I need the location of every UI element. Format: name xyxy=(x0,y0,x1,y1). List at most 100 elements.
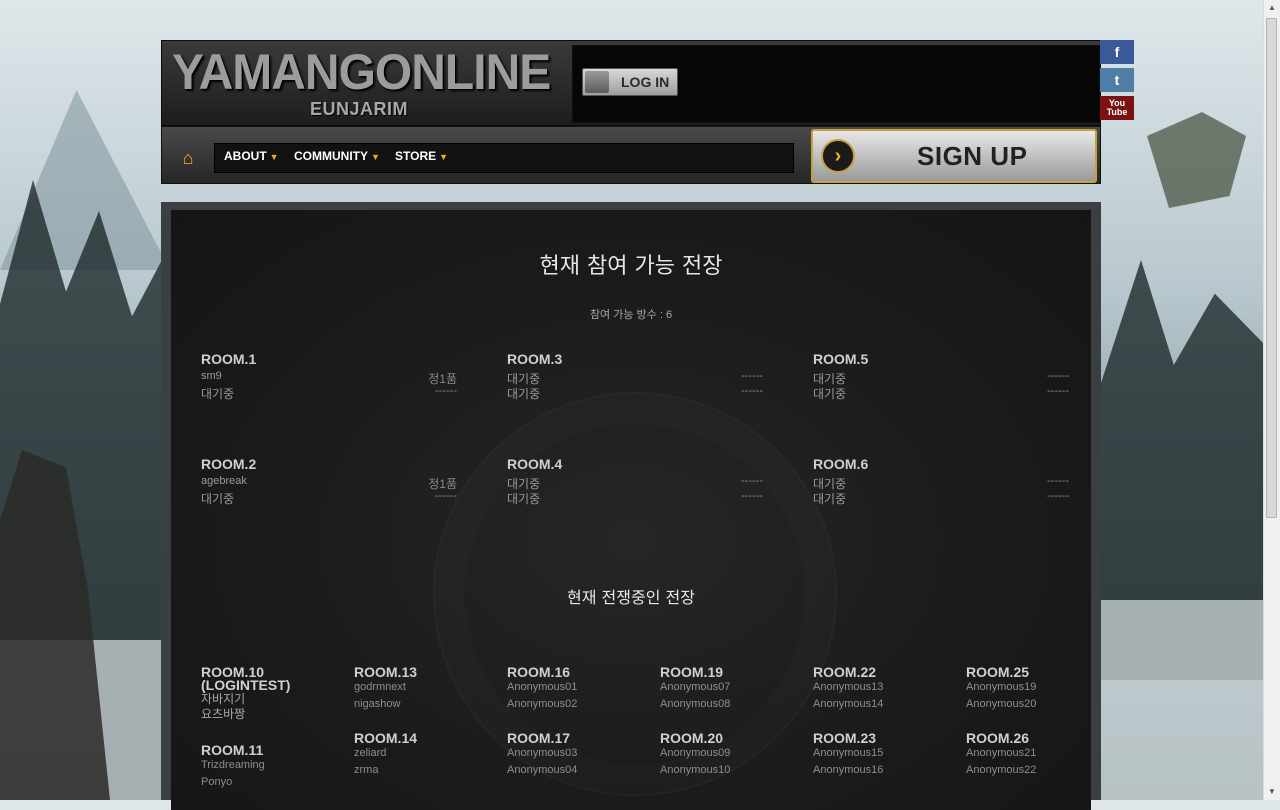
player-rank: ------ xyxy=(1047,475,1069,487)
player-name: 대기중 xyxy=(201,492,235,506)
battle-room-card[interactable]: ROOM.26 Anonymous21 Anonymous22 xyxy=(966,731,1037,779)
player-rank: ------ xyxy=(1047,490,1069,502)
nav-item-about[interactable]: ABOUT ▼ xyxy=(224,149,279,163)
nav-item-community[interactable]: COMMUNITY ▼ xyxy=(294,149,380,163)
signup-button[interactable]: › SIGN UP xyxy=(811,129,1097,183)
room-card[interactable]: ROOM.3 대기중 ------ 대기중 ------ xyxy=(507,351,763,402)
player-name: Anonymous13 xyxy=(813,681,884,693)
player-name: Anonymous22 xyxy=(966,764,1037,776)
room-name: ROOM.10 (LOGINTEST) xyxy=(201,664,291,693)
content-area: 현재 참여 가능 전장 참여 가능 방수 : 6 ROOM.1 sm9 정1품 대… xyxy=(161,202,1101,810)
page-scrollbar[interactable]: ▲ ▼ xyxy=(1263,0,1280,800)
scroll-down-icon[interactable]: ▼ xyxy=(1264,784,1280,800)
room-card[interactable]: ROOM.4 대기중 ------ 대기중 ------ xyxy=(507,456,763,507)
scroll-up-icon[interactable]: ▲ xyxy=(1264,0,1280,16)
player-name: godrmnext xyxy=(354,681,406,693)
room-name: ROOM.5 xyxy=(813,351,869,367)
player-name: sm9 xyxy=(201,370,222,382)
player-name: Anonymous20 xyxy=(966,698,1037,710)
header: YAMANGONLINE EUNJARIM LOG IN xyxy=(161,40,1101,126)
facebook-icon[interactable]: f xyxy=(1100,40,1134,64)
site-frame: YAMANGONLINE EUNJARIM LOG IN f t You Tub… xyxy=(161,40,1134,810)
room-name: ROOM.1 xyxy=(201,351,257,367)
player-name: zeliard xyxy=(354,747,387,759)
battle-room-card[interactable]: ROOM.20 Anonymous09 Anonymous10 xyxy=(660,730,731,779)
snow-right xyxy=(1100,600,1264,800)
player-name: agebreak xyxy=(201,475,247,487)
nav-item-label: ABOUT xyxy=(224,149,267,163)
battle-rooms-title: 현재 전쟁중인 전장 xyxy=(567,588,695,607)
player-name: Anonymous03 xyxy=(507,747,578,759)
room-card[interactable]: ROOM.6 대기중 ------ 대기중 ------ xyxy=(813,456,1069,507)
chevron-down-icon: ▼ xyxy=(439,152,449,162)
player-name: Anonymous09 xyxy=(660,747,731,759)
youtube-icon[interactable]: You Tube xyxy=(1100,96,1134,120)
room-name: ROOM.17 xyxy=(507,730,571,746)
home-icon[interactable]: ⌂ xyxy=(176,147,200,169)
battle-room-card[interactable]: ROOM.23 Anonymous15 Anonymous16 xyxy=(813,731,884,779)
player-name: 대기중 xyxy=(507,387,541,401)
room-name: ROOM.25 xyxy=(966,664,1030,680)
battle-room-card[interactable]: ROOM.25 Anonymous19 Anonymous20 xyxy=(966,664,1037,713)
player-rank: ------ xyxy=(741,385,763,397)
battle-room-card[interactable]: ROOM.22 Anonymous13 Anonymous14 xyxy=(813,664,884,713)
navigation-bar: ⌂ ABOUT ▼ COMMUNITY ▼ STORE ▼ › SIGN UP xyxy=(161,126,1101,184)
player-name: Trizdreaming xyxy=(201,759,265,771)
room-name: ROOM.13 xyxy=(354,664,418,680)
nav-item-label: STORE xyxy=(395,149,437,163)
nav-item-store[interactable]: STORE ▼ xyxy=(395,149,448,163)
room-card[interactable]: ROOM.2 agebreak 정1품 대기중 ------ xyxy=(201,456,457,507)
player-rank: ------ xyxy=(435,385,457,397)
player-name: nigashow xyxy=(354,698,401,710)
battle-room-card[interactable]: ROOM.19 Anonymous07 Anonymous08 xyxy=(660,664,731,713)
room-name: ROOM.2 xyxy=(201,456,257,472)
player-rank: ------ xyxy=(741,370,763,382)
room-card[interactable]: ROOM.5 대기중 ------ 대기중 ------ xyxy=(813,351,1069,402)
player-name: 요츠바짱 xyxy=(201,707,246,721)
available-rooms-count: 참여 가능 방수 : 6 xyxy=(589,309,673,321)
site-logo-subtitle: EUNJARIM xyxy=(310,99,409,119)
twitter-icon[interactable]: t xyxy=(1100,68,1134,92)
player-rank: ------ xyxy=(1047,385,1069,397)
player-name: 자바지기 xyxy=(201,692,246,706)
login-button-label: LOG IN xyxy=(621,74,670,90)
room-card[interactable]: ROOM.1 sm9 정1품 대기중 ------ xyxy=(201,351,457,402)
room-name: ROOM.6 xyxy=(813,456,869,472)
player-name: Anonymous10 xyxy=(660,764,731,776)
player-name: Anonymous16 xyxy=(813,764,884,776)
site-logo[interactable]: YAMANGONLINE xyxy=(172,45,551,101)
player-name: Anonymous15 xyxy=(813,747,884,759)
player-name: 대기중 xyxy=(813,387,847,401)
player-name: Anonymous21 xyxy=(966,747,1037,759)
room-name: ROOM.22 xyxy=(813,664,877,680)
room-name: ROOM.16 xyxy=(507,664,571,680)
login-toggle-icon xyxy=(585,71,609,93)
player-name: Anonymous02 xyxy=(507,698,578,710)
player-name: 대기중 xyxy=(201,387,235,401)
arrow-right-icon: › xyxy=(821,139,855,173)
available-rooms-title: 현재 참여 가능 전장 xyxy=(539,254,723,279)
room-name: ROOM.19 xyxy=(660,664,724,680)
battle-room-card[interactable]: ROOM.17 Anonymous03 Anonymous04 xyxy=(507,730,578,779)
room-list-panel: 현재 참여 가능 전장 참여 가능 방수 : 6 ROOM.1 sm9 정1품 대… xyxy=(171,210,1091,810)
room-name: ROOM.3 xyxy=(507,351,563,367)
nav-item-label: COMMUNITY xyxy=(294,149,368,163)
battle-room-card[interactable]: ROOM.14 zeliard zrma xyxy=(354,730,418,779)
helicopter-image xyxy=(1147,112,1246,208)
player-name: Anonymous14 xyxy=(813,698,884,710)
battle-room-card[interactable]: ROOM.16 Anonymous01 Anonymous02 xyxy=(507,664,578,713)
room-name: ROOM.14 xyxy=(354,730,418,746)
scrollbar-thumb[interactable] xyxy=(1266,18,1277,518)
player-rank: ------ xyxy=(741,475,763,487)
battle-room-card[interactable]: ROOM.13 godrmnext nigashow xyxy=(354,664,418,713)
player-name: 대기중 xyxy=(813,492,847,506)
battle-room-card[interactable]: ROOM.10 (LOGINTEST) 자바지기 요츠바짱 xyxy=(201,664,331,722)
battle-room-card[interactable]: ROOM.11 Trizdreaming Ponyo xyxy=(201,743,265,791)
room-name: ROOM.4 xyxy=(507,456,563,472)
player-name: Anonymous08 xyxy=(660,698,731,710)
player-name: Anonymous01 xyxy=(507,681,578,693)
player-name: Ponyo xyxy=(201,776,233,788)
player-name: 대기중 xyxy=(507,492,541,506)
login-button[interactable]: LOG IN xyxy=(582,68,678,96)
room-name: ROOM.20 xyxy=(660,730,724,746)
